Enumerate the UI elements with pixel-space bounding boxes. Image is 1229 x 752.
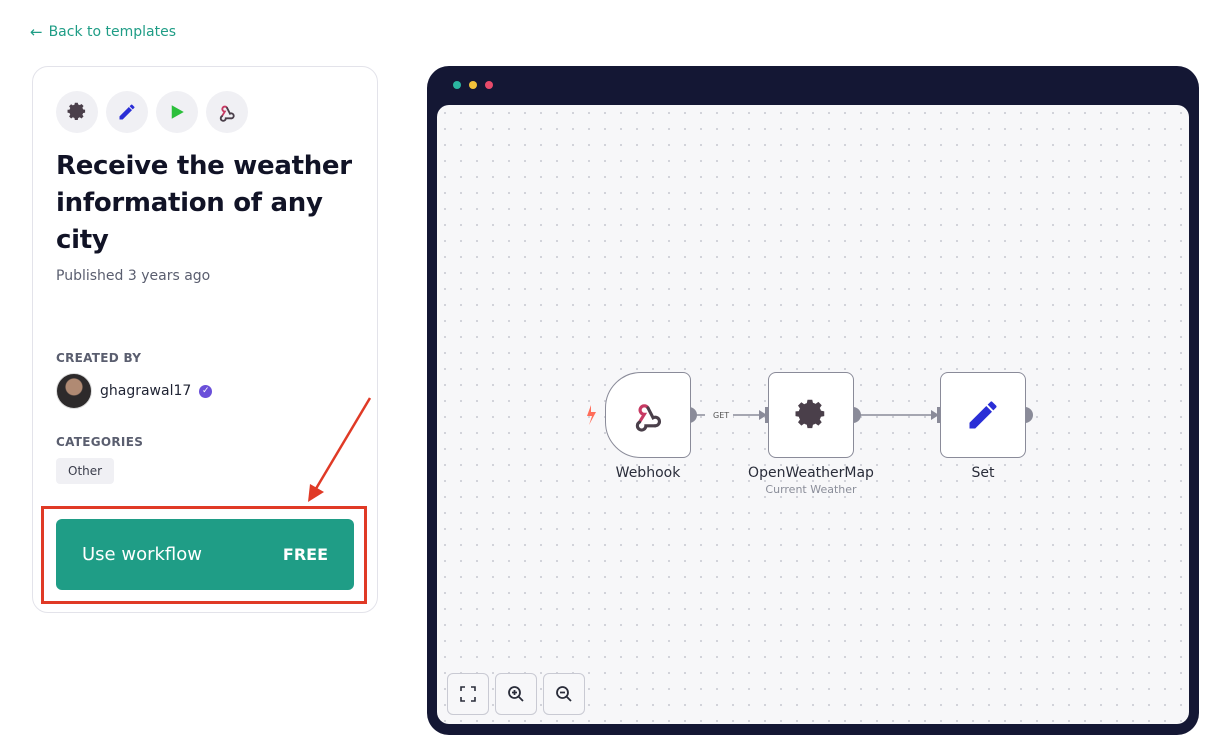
node-subtitle-openweathermap: Current Weather <box>765 483 857 496</box>
back-link-label: Back to templates <box>48 24 177 40</box>
window-dot <box>469 81 477 89</box>
window-dot <box>485 81 493 89</box>
webhook-icon <box>206 91 248 133</box>
zoom-in-icon <box>508 686 524 702</box>
published-date: Published 3 years ago <box>56 268 211 284</box>
gear-icon <box>795 399 825 429</box>
node-label-set: Set <box>971 465 995 481</box>
pencil-icon <box>106 91 148 133</box>
avatar <box>56 373 92 409</box>
use-workflow-button[interactable]: Use workflow FREE <box>56 519 354 590</box>
zoom-in-button[interactable] <box>495 673 537 715</box>
edge-label: GET <box>713 411 729 420</box>
gear-icon <box>56 91 98 133</box>
fit-view-button[interactable] <box>447 673 489 715</box>
webhook-icon <box>635 404 661 432</box>
use-workflow-label: Use workflow <box>82 544 202 565</box>
node-set[interactable] <box>940 372 1026 458</box>
node-webhook[interactable] <box>605 372 691 458</box>
play-icon <box>156 91 198 133</box>
node-openweathermap[interactable] <box>768 372 854 458</box>
zoom-out-icon <box>556 686 572 702</box>
fit-view-icon <box>460 686 476 702</box>
creator-username: ghagrawal17 <box>100 383 192 399</box>
arrow-left-icon: ← <box>30 22 43 41</box>
template-title: Receive the weather information of any c… <box>56 151 352 255</box>
pencil-icon <box>969 401 997 429</box>
annotation-arrow-icon <box>308 397 372 502</box>
window-dot <box>453 81 461 89</box>
node-icon-row <box>56 91 248 133</box>
workflow-canvas[interactable]: GET Webhook OpenWeatherMap Current Weath… <box>437 105 1189 724</box>
node-label-openweathermap: OpenWeatherMap <box>748 465 874 481</box>
category-chip[interactable]: Other <box>56 458 115 484</box>
trigger-bolt-icon <box>587 405 596 425</box>
creator[interactable]: ghagrawal17 ✓ <box>56 373 213 409</box>
node-label-webhook: Webhook <box>615 465 681 481</box>
workflow-preview-window: GET Webhook OpenWeatherMap Current Weath… <box>427 66 1199 735</box>
back-to-templates-link[interactable]: ← Back to templates <box>30 22 176 42</box>
zoom-out-button[interactable] <box>543 673 585 715</box>
created-by-label: CREATED BY <box>56 351 142 365</box>
categories-label: CATEGORIES <box>56 435 144 449</box>
verified-badge-icon: ✓ <box>199 384 213 398</box>
price-label: FREE <box>282 545 328 564</box>
